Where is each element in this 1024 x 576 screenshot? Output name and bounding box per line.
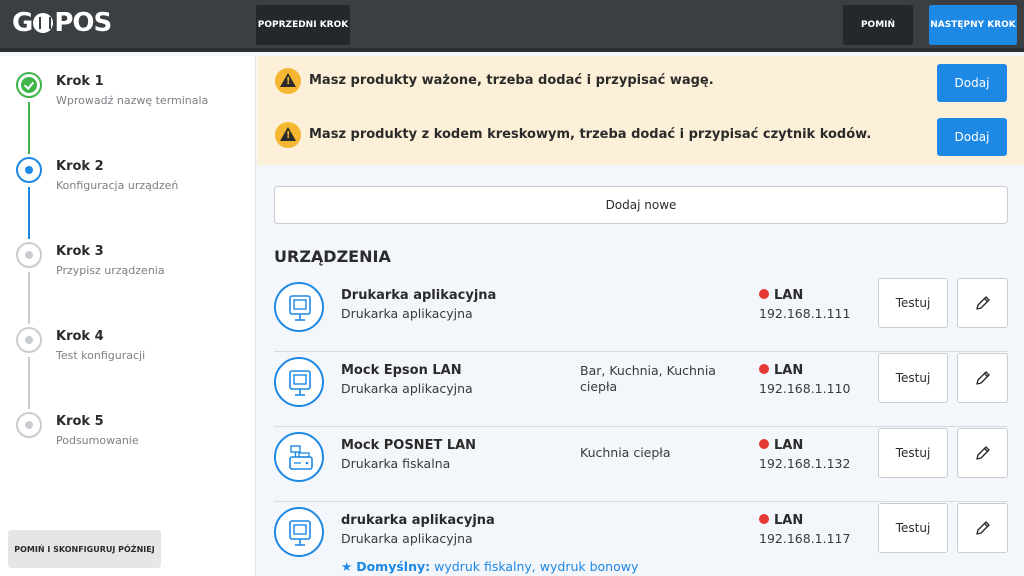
alert-text: Masz produkty z kodem kreskowym, trzeba … bbox=[309, 127, 872, 142]
device-row: drukarka aplikacyjna Drukarka aplikacyjn… bbox=[274, 503, 1008, 576]
device-type: Drukarka aplikacyjna bbox=[341, 306, 473, 321]
device-name: drukarka aplikacyjna bbox=[341, 513, 495, 528]
step-3[interactable]: Krok 3 Przypisz urządzenia bbox=[16, 242, 246, 327]
printer-icon bbox=[274, 357, 324, 407]
step-connector bbox=[28, 272, 30, 324]
gopos-logo: G POS bbox=[12, 8, 112, 38]
add-new-device-button[interactable]: Dodaj nowe bbox=[274, 186, 1008, 224]
step-2[interactable]: Krok 2 Konfiguracja urządzeń bbox=[16, 157, 246, 242]
device-row: Drukarka aplikacyjna Drukarka aplikacyjn… bbox=[274, 278, 1008, 352]
test-device-button[interactable]: Testuj bbox=[878, 353, 948, 403]
step-subtitle: Podsumowanie bbox=[56, 434, 139, 447]
status-dot-icon bbox=[759, 514, 769, 524]
edit-device-button[interactable] bbox=[957, 428, 1008, 478]
step-title: Krok 3 bbox=[56, 244, 104, 259]
pencil-icon bbox=[975, 296, 990, 310]
device-row: Mock Epson LAN Drukarka aplikacyjna Bar,… bbox=[274, 353, 1008, 427]
step-pending-icon bbox=[16, 412, 42, 438]
step-connector bbox=[28, 102, 30, 154]
device-name: Mock POSNET LAN bbox=[341, 438, 477, 453]
star-icon: ★ bbox=[341, 559, 353, 574]
step-subtitle: Wprowadź nazwę terminala bbox=[56, 94, 209, 107]
edit-device-button[interactable] bbox=[957, 278, 1008, 328]
step-subtitle: Przypisz urządzenia bbox=[56, 264, 165, 277]
step-active-icon bbox=[16, 157, 42, 183]
step-1[interactable]: Krok 1 Wprowadź nazwę terminala bbox=[16, 72, 246, 157]
warning-icon bbox=[275, 68, 301, 94]
add-scale-button[interactable]: Dodaj bbox=[937, 64, 1007, 102]
device-type: Drukarka fiskalna bbox=[341, 456, 451, 471]
printer-icon bbox=[274, 507, 324, 557]
default-assignment: ★ Domyślny: wydruk fiskalny, wydruk bonow… bbox=[341, 559, 639, 574]
device-name: Mock Epson LAN bbox=[341, 363, 462, 378]
status-dot-icon bbox=[759, 289, 769, 299]
step-connector bbox=[28, 187, 30, 239]
device-name: Drukarka aplikacyjna bbox=[341, 288, 497, 303]
alert-text: Masz produkty ważone, trzeba dodać i prz… bbox=[309, 73, 714, 88]
printer-icon bbox=[274, 282, 324, 332]
device-locations: Bar, Kuchnia, Kuchnia ciepła bbox=[580, 363, 716, 394]
skip-and-configure-later-button[interactable]: POMIŃ I SKONFIGURUJ PÓŹNIEJ bbox=[8, 530, 161, 568]
step-done-icon bbox=[16, 72, 42, 98]
edit-device-button[interactable] bbox=[957, 353, 1008, 403]
test-device-button[interactable]: Testuj bbox=[878, 503, 948, 553]
test-device-button[interactable]: Testuj bbox=[878, 428, 948, 478]
wizard-sidebar: Krok 1 Wprowadź nazwę terminala Krok 2 K… bbox=[0, 56, 256, 576]
device-connection: LAN bbox=[759, 438, 803, 453]
device-connection: LAN bbox=[759, 288, 803, 303]
device-ip: 192.168.1.117 bbox=[759, 531, 851, 546]
device-connection: LAN bbox=[759, 363, 803, 378]
previous-step-button[interactable]: POPRZEDNI KROK bbox=[256, 5, 350, 45]
section-title: URZĄDZENIA bbox=[274, 247, 391, 266]
device-ip: 192.168.1.111 bbox=[759, 306, 851, 321]
alerts-panel: Masz produkty ważone, trzeba dodać i prz… bbox=[257, 56, 1024, 165]
device-type: Drukarka aplikacyjna bbox=[341, 531, 473, 546]
device-ip: 192.168.1.110 bbox=[759, 381, 851, 396]
add-barcode-reader-button[interactable]: Dodaj bbox=[937, 118, 1007, 156]
pencil-icon bbox=[975, 521, 990, 535]
step-title: Krok 1 bbox=[56, 74, 104, 89]
step-subtitle: Test konfiguracji bbox=[56, 349, 146, 362]
step-title: Krok 2 bbox=[56, 159, 104, 174]
warning-icon bbox=[275, 122, 301, 148]
next-step-button[interactable]: NASTĘPNY KROK bbox=[929, 5, 1017, 45]
device-connection: LAN bbox=[759, 513, 803, 528]
step-5[interactable]: Krok 5 Podsumowanie bbox=[16, 412, 246, 497]
skip-button[interactable]: POMIŃ bbox=[843, 5, 913, 45]
pencil-icon bbox=[975, 371, 990, 385]
step-pending-icon bbox=[16, 327, 42, 353]
pencil-icon bbox=[975, 446, 990, 460]
status-dot-icon bbox=[759, 364, 769, 374]
alert-scale: Masz produkty ważone, trzeba dodać i prz… bbox=[275, 64, 1015, 104]
status-dot-icon bbox=[759, 439, 769, 449]
step-pending-icon bbox=[16, 242, 42, 268]
test-device-button[interactable]: Testuj bbox=[878, 278, 948, 328]
step-connector bbox=[28, 357, 30, 409]
step-title: Krok 4 bbox=[56, 329, 104, 344]
alert-barcode: Masz produkty z kodem kreskowym, trzeba … bbox=[275, 118, 1015, 158]
top-bar: G POS POPRZEDNI KROK POMIŃ NASTĘPNY KROK bbox=[0, 0, 1024, 52]
device-ip: 192.168.1.132 bbox=[759, 456, 851, 471]
edit-device-button[interactable] bbox=[957, 503, 1008, 553]
step-subtitle: Konfiguracja urządzeń bbox=[56, 179, 179, 192]
device-row: Mock POSNET LAN Drukarka fiskalna Kuchni… bbox=[274, 428, 1008, 502]
device-type: Drukarka aplikacyjna bbox=[341, 381, 473, 396]
fiscal-printer-icon bbox=[274, 432, 324, 482]
step-4[interactable]: Krok 4 Test konfiguracji bbox=[16, 327, 246, 412]
step-title: Krok 5 bbox=[56, 414, 104, 429]
device-locations: Kuchnia ciepła bbox=[580, 445, 671, 460]
